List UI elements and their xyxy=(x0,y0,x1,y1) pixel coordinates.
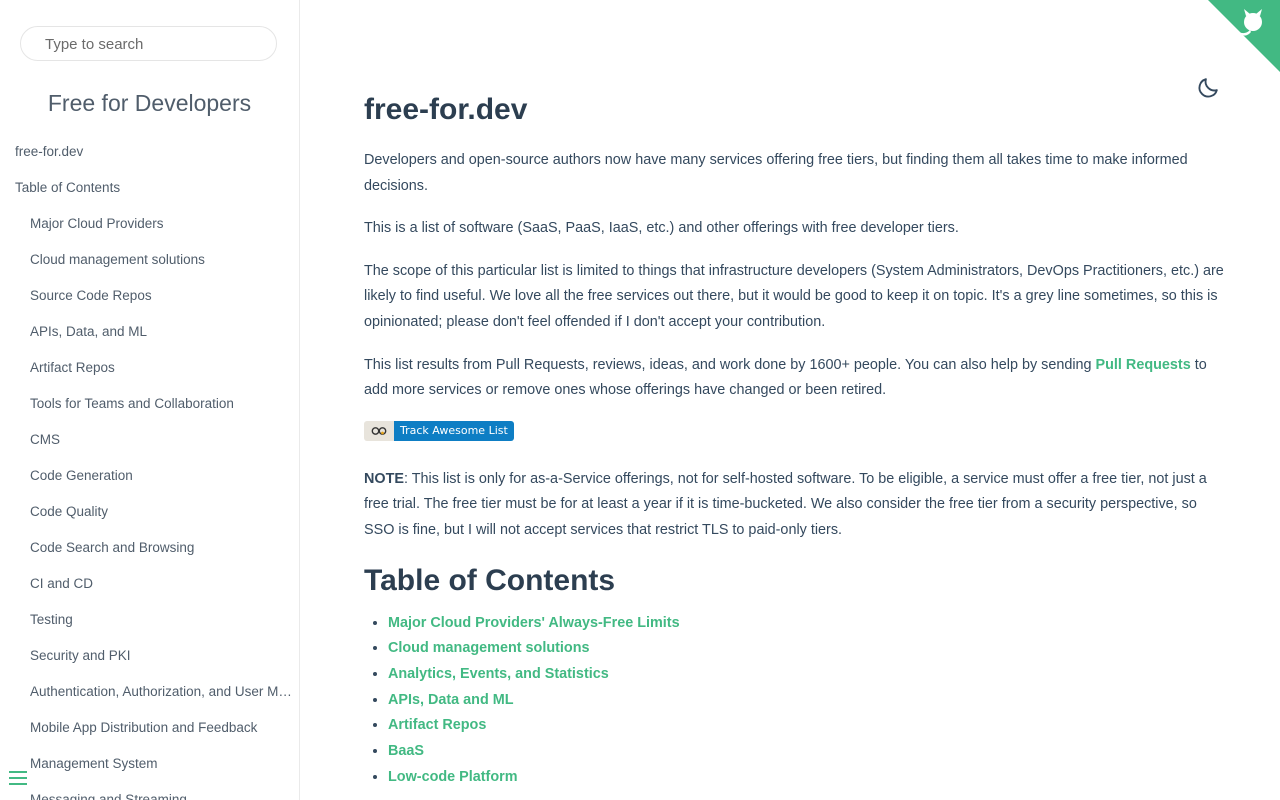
scope-detail-paragraph: The scope of this particular list is lim… xyxy=(364,262,1224,330)
scope-paragraph: This is a list of software (SaaS, PaaS, … xyxy=(364,220,959,237)
toc-list: Major Cloud Providers' Always-Free Limit… xyxy=(364,611,1224,791)
toc-heading: Table of Contents xyxy=(364,563,616,597)
toc-link[interactable]: Cloud management solutions xyxy=(388,640,589,656)
sidebar-item[interactable]: Testing xyxy=(0,608,299,644)
contribute-text: This list results from Pull Requests, re… xyxy=(364,356,1096,373)
hamburger-menu-icon[interactable] xyxy=(9,771,27,785)
toc-link[interactable]: Major Cloud Providers' Always-Free Limit… xyxy=(388,615,680,631)
sidebar-item[interactable]: CI and CD xyxy=(0,572,299,608)
toc-item: Artifact Repos xyxy=(388,713,1224,739)
search-box xyxy=(20,26,277,61)
toc-item: Low-code Platform xyxy=(388,765,1224,791)
note-label: NOTE xyxy=(364,470,404,487)
sidebar-nav: free-for.dev Table of Contents Major Clo… xyxy=(0,140,299,800)
sidebar-item[interactable]: Code Quality xyxy=(0,500,299,536)
toc-link[interactable]: BaaS xyxy=(388,743,424,759)
toc-link[interactable]: Artifact Repos xyxy=(388,717,486,733)
intro-paragraph: Developers and open-source authors now h… xyxy=(364,152,1188,194)
note-paragraph: NOTE: This list is only for as-a-Service… xyxy=(364,467,1224,544)
toc-item: Major Cloud Providers' Always-Free Limit… xyxy=(388,611,1224,637)
contribute-paragraph: This list results from Pull Requests, re… xyxy=(364,353,1224,404)
awesome-glasses-icon xyxy=(364,420,394,441)
sidebar-item[interactable]: APIs, Data, and ML xyxy=(0,320,299,356)
toc-link[interactable]: APIs, Data and ML xyxy=(388,692,514,708)
toc-item: Cloud management solutions xyxy=(388,636,1224,662)
sidebar: Free for Developers free-for.dev Table o… xyxy=(0,0,300,800)
toc-link[interactable]: Low-code Platform xyxy=(388,769,518,785)
track-awesome-list-badge[interactable]: Track Awesome List xyxy=(364,420,514,441)
sidebar-item[interactable]: Cloud management solutions xyxy=(0,248,299,284)
sidebar-item[interactable]: Source Code Repos xyxy=(0,284,299,320)
sidebar-item[interactable]: Major Cloud Providers xyxy=(0,212,299,248)
pull-requests-link[interactable]: Pull Requests xyxy=(1096,357,1191,373)
sidebar-item[interactable]: CMS xyxy=(0,428,299,464)
sidebar-item[interactable]: Mobile App Distribution and Feedback xyxy=(0,716,299,752)
note-text: : This list is only for as-a-Service off… xyxy=(364,470,1207,538)
toc-link[interactable]: Analytics, Events, and Statistics xyxy=(388,666,609,682)
sidebar-item[interactable]: Management System xyxy=(0,752,299,788)
badge-label: Track Awesome List xyxy=(394,420,514,441)
sidebar-item[interactable]: Code Generation xyxy=(0,464,299,500)
toc-item: APIs, Data and ML xyxy=(388,688,1224,714)
sidebar-item[interactable]: Code Search and Browsing xyxy=(0,536,299,572)
toc-item: BaaS xyxy=(388,739,1224,765)
sidebar-item[interactable]: free-for.dev xyxy=(0,140,299,176)
toc-item: Analytics, Events, and Statistics xyxy=(388,662,1224,688)
page-title: free-for.dev xyxy=(364,93,528,126)
app-name[interactable]: Free for Developers xyxy=(0,90,299,117)
sidebar-item[interactable]: Authentication, Authorization, and User … xyxy=(0,680,299,716)
main-content: free-for.dev Developers and open-source … xyxy=(364,88,1224,790)
sidebar-item[interactable]: Security and PKI xyxy=(0,644,299,680)
github-octocat-icon[interactable] xyxy=(1208,0,1280,72)
sidebar-item[interactable]: Artifact Repos xyxy=(0,356,299,392)
search-input[interactable] xyxy=(43,35,267,54)
sidebar-item[interactable]: Messaging and Streaming xyxy=(0,788,299,800)
sidebar-item[interactable]: Tools for Teams and Collaboration xyxy=(0,392,299,428)
sidebar-item[interactable]: Table of Contents xyxy=(0,176,299,212)
